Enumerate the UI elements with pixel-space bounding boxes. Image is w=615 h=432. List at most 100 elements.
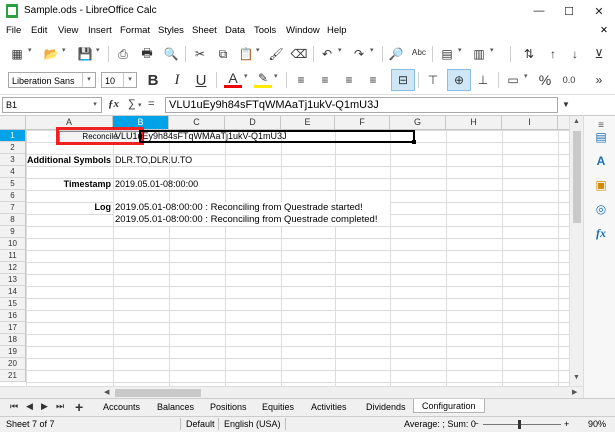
open-dropdown-icon[interactable]: ▾ — [62, 46, 70, 54]
sort-ascending-icon[interactable]: ↑ — [544, 45, 562, 63]
column-dropdown-icon[interactable]: ▾ — [490, 46, 498, 54]
close-window-button[interactable]: ✕ — [584, 0, 614, 22]
menu-file[interactable]: File — [6, 25, 21, 36]
zoom-level[interactable]: 90% — [588, 419, 606, 429]
chevron-down-icon[interactable]: ▾ — [82, 73, 95, 87]
row-header[interactable]: 11 — [0, 250, 25, 262]
currency-dropdown-icon[interactable]: ▾ — [524, 72, 532, 80]
row-header[interactable]: 15 — [0, 298, 25, 310]
font-color-button[interactable]: A — [224, 70, 242, 88]
sort-icon[interactable]: ⇅ — [520, 45, 538, 63]
italic-button[interactable]: I — [168, 71, 186, 89]
styles-icon[interactable]: A — [593, 154, 609, 170]
row-header[interactable]: 5 — [0, 178, 25, 190]
tab-dividends[interactable]: Dividends — [366, 402, 406, 412]
clone-formatting-icon[interactable]: 🖌 — [267, 45, 285, 63]
menu-help[interactable]: Help — [327, 25, 347, 36]
font-name-combo[interactable]: Liberation Sans ▾ — [8, 72, 96, 88]
highlight-color-icon[interactable]: ✎ — [254, 71, 272, 88]
tab-accounts[interactable]: Accounts — [103, 402, 140, 412]
font-color-dropdown-icon[interactable]: ▾ — [244, 72, 252, 80]
column-header[interactable]: F — [335, 116, 390, 129]
close-document-button[interactable]: ✕ — [600, 25, 608, 36]
open-icon[interactable]: 📂 — [42, 45, 60, 63]
page-style[interactable]: Default — [186, 419, 215, 429]
zoom-out-icon[interactable]: − — [474, 419, 479, 428]
row-header[interactable]: 14 — [0, 286, 25, 298]
menu-data[interactable]: Data — [225, 25, 245, 36]
row-header[interactable]: 4 — [0, 166, 25, 178]
align-left-icon[interactable]: ≡ — [292, 71, 310, 89]
tab-balances[interactable]: Balances — [157, 402, 194, 412]
export-pdf-icon[interactable]: ⎙ — [114, 45, 132, 63]
row-header[interactable]: 18 — [0, 334, 25, 346]
spelling-icon[interactable]: ᴬᵇᶜ — [410, 45, 428, 63]
column-header[interactable]: H — [446, 116, 502, 129]
tab-positions[interactable]: Positions — [210, 402, 247, 412]
select-all-corner[interactable] — [0, 116, 26, 129]
cell-area[interactable]: Reconcile VLU1uEy9h84sFTqWMAaTj1ukV-Q1mU… — [26, 127, 583, 386]
timestamp-value[interactable]: 2019.05.01-08:00:00 — [115, 179, 198, 189]
redo-icon[interactable]: ↷ — [350, 45, 368, 63]
menu-sheet[interactable]: Sheet — [192, 25, 217, 36]
percent-format-button[interactable]: % — [536, 71, 554, 89]
last-sheet-icon[interactable]: ⏭ — [56, 401, 64, 412]
name-box[interactable]: B1 ▾ — [2, 97, 102, 113]
new-dropdown-icon[interactable]: ▾ — [28, 46, 36, 54]
tab-equities[interactable]: Equities — [262, 402, 294, 412]
column-header[interactable]: I — [502, 116, 558, 129]
scroll-right-icon[interactable]: ▶ — [572, 388, 577, 396]
cut-icon[interactable]: ✂ — [191, 45, 209, 63]
find-replace-icon[interactable]: 🔎 — [387, 45, 405, 63]
chevron-down-icon[interactable]: ▾ — [89, 98, 101, 112]
highlight-dropdown-icon[interactable]: ▾ — [274, 72, 282, 80]
formula-icon[interactable]: = — [148, 98, 154, 110]
menu-format[interactable]: Format — [120, 25, 150, 36]
row-header[interactable]: 21 — [0, 370, 25, 382]
text-language[interactable]: English (USA) — [224, 419, 281, 429]
vertical-scrollbar[interactable]: ▲ ▼ — [569, 116, 584, 386]
row-header[interactable]: 3 — [0, 154, 25, 166]
row-icon[interactable]: ▤ — [438, 45, 456, 63]
column-header[interactable]: E — [281, 116, 335, 129]
align-top-icon[interactable]: ⊤ — [424, 71, 442, 89]
row-dropdown-icon[interactable]: ▾ — [458, 46, 466, 54]
center-vertically-icon[interactable]: ⊕ — [447, 69, 471, 91]
print-preview-icon[interactable]: 🔍 — [162, 45, 180, 63]
scroll-left-icon[interactable]: ◀ — [104, 388, 109, 396]
menu-tools[interactable]: Tools — [254, 25, 276, 36]
previous-sheet-icon[interactable]: ◀ — [26, 401, 33, 412]
navigator-icon[interactable]: ◎ — [593, 202, 609, 218]
maximize-button[interactable]: ☐ — [554, 0, 584, 22]
zoom-in-icon[interactable]: + — [564, 419, 569, 429]
column-header[interactable]: C — [169, 116, 225, 129]
menu-view[interactable]: View — [58, 25, 78, 36]
scroll-up-icon[interactable]: ▲ — [573, 118, 580, 125]
bold-button[interactable]: B — [144, 71, 162, 89]
paste-dropdown-icon[interactable]: ▾ — [256, 46, 264, 54]
horizontal-scroll-thumb[interactable] — [115, 389, 201, 397]
next-sheet-icon[interactable]: ▶ — [41, 401, 48, 412]
align-bottom-icon[interactable]: ⊥ — [474, 71, 492, 89]
row-header[interactable]: 9 — [0, 226, 25, 238]
clear-formatting-icon[interactable]: ⌫ — [290, 45, 308, 63]
cell-b1[interactable]: VLU1uEy9h84sFTqWMAaTj1ukV-Q1mU3J — [115, 131, 287, 141]
more-options-icon[interactable]: » — [590, 71, 608, 89]
row-header[interactable]: 10 — [0, 238, 25, 250]
sum-dropdown-icon[interactable]: ▾ — [138, 101, 146, 109]
copy-icon[interactable]: ⧉ — [214, 45, 232, 63]
undo-icon[interactable]: ↶ — [318, 45, 336, 63]
undo-dropdown-icon[interactable]: ▾ — [338, 46, 346, 54]
minimize-button[interactable]: — — [524, 0, 554, 22]
number-format-button[interactable]: 0.0 — [560, 71, 578, 89]
justify-icon[interactable]: ≡ — [364, 71, 382, 89]
menu-styles[interactable]: Styles — [158, 25, 184, 36]
gallery-icon[interactable]: ▣ — [593, 178, 609, 194]
row-header[interactable]: 20 — [0, 358, 25, 370]
new-icon[interactable]: ▦ — [8, 45, 26, 63]
save-dropdown-icon[interactable]: ▾ — [96, 46, 104, 54]
column-icon[interactable]: ▥ — [470, 45, 488, 63]
column-header[interactable]: G — [390, 116, 446, 129]
additional-symbols-value[interactable]: DLR.TO,DLR.U.TO — [115, 155, 192, 165]
menu-insert[interactable]: Insert — [88, 25, 112, 36]
